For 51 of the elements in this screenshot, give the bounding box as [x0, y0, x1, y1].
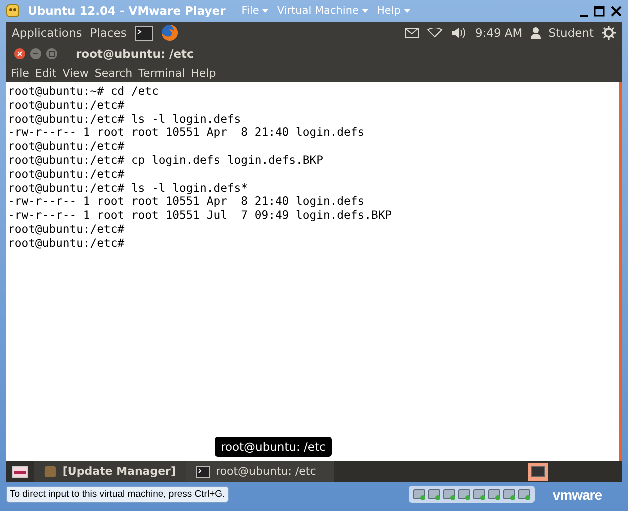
terminal-line: root@ubuntu:/etc# ls -l login.defs	[8, 112, 242, 126]
maximize-icon	[594, 6, 605, 16]
caret-icon	[262, 9, 270, 13]
minimize-icon	[30, 48, 42, 60]
tooltip: root@ubuntu: /etc	[215, 437, 332, 457]
tray-button[interactable]	[528, 462, 548, 480]
menu-item[interactable]: Help	[191, 66, 216, 80]
window-title: Ubuntu 12.04 - VMware Player	[28, 4, 226, 18]
terminal-line: -rw-r--r-- 1 root root 10551 Apr 8 21:40 login.defs	[8, 195, 366, 210]
maximize-icon	[46, 48, 58, 60]
terminal-title: root@ubuntu: /etc	[76, 47, 194, 61]
package-icon	[44, 464, 57, 478]
terminal-line: root@ubuntu:/etc#	[8, 98, 126, 113]
taskbar-item[interactable]: [Update Manager]	[34, 461, 186, 482]
settings-icon	[602, 26, 616, 40]
terminal-line: root@ubuntu:/etc#	[8, 222, 126, 237]
terminal-line: root@ubuntu:/etc#	[8, 236, 126, 251]
vm-logo-icon	[6, 4, 20, 18]
wifi-icon	[427, 28, 444, 38]
browser-icon	[160, 24, 179, 42]
close-icon	[14, 48, 26, 60]
mail-icon	[405, 28, 420, 38]
panel-menu[interactable]: Applications	[12, 26, 82, 40]
terminal-line: root@ubuntu:/etc#	[8, 140, 126, 154]
terminal-icon	[531, 466, 545, 477]
desktop-icon	[12, 466, 28, 478]
terminal-line: -rw-r--r-- 1 root root 10551 Apr 8 21:40 login.defs	[8, 126, 366, 140]
menu-item[interactable]: Terminal	[138, 66, 186, 80]
panel-menu[interactable]: Places	[90, 26, 127, 40]
terminal-line: root@ubuntu:/etc# cp login.defs login.defs.BKP	[8, 154, 324, 168]
volume-icon	[451, 27, 468, 39]
clock[interactable]: 9:49 AM	[475, 26, 523, 40]
close-icon	[611, 6, 622, 16]
terminal-line: -rw-r--r-- 1 root root 10551 Jul 7 09:49 login.defs.BKP	[8, 209, 394, 223]
user-name[interactable]: Student	[548, 26, 594, 40]
taskbar-item[interactable]: root@ubuntu: /etc	[186, 461, 334, 482]
menu-item[interactable]: Search	[94, 66, 133, 80]
terminal-line: root@ubuntu:/etc#	[8, 168, 126, 182]
minimize-icon	[580, 14, 588, 16]
terminal-line: root@ubuntu:~# cd /etc	[8, 85, 160, 99]
user-icon	[530, 27, 541, 39]
menu-item[interactable]: View	[62, 66, 89, 80]
caret-icon	[404, 9, 411, 13]
terminal-icon	[134, 26, 153, 40]
vmware-logo: vmware	[552, 486, 602, 502]
caret-icon	[362, 9, 369, 13]
menu-item[interactable]: File	[11, 66, 30, 80]
terminal-line: root@ubuntu:/etc# ls -l login.defs*	[8, 182, 250, 196]
terminal-icon	[196, 466, 210, 478]
status-message: To direct input to this virtual machine, press Ctrl+G.	[6, 486, 230, 503]
menu-item[interactable]: Edit	[35, 66, 57, 80]
